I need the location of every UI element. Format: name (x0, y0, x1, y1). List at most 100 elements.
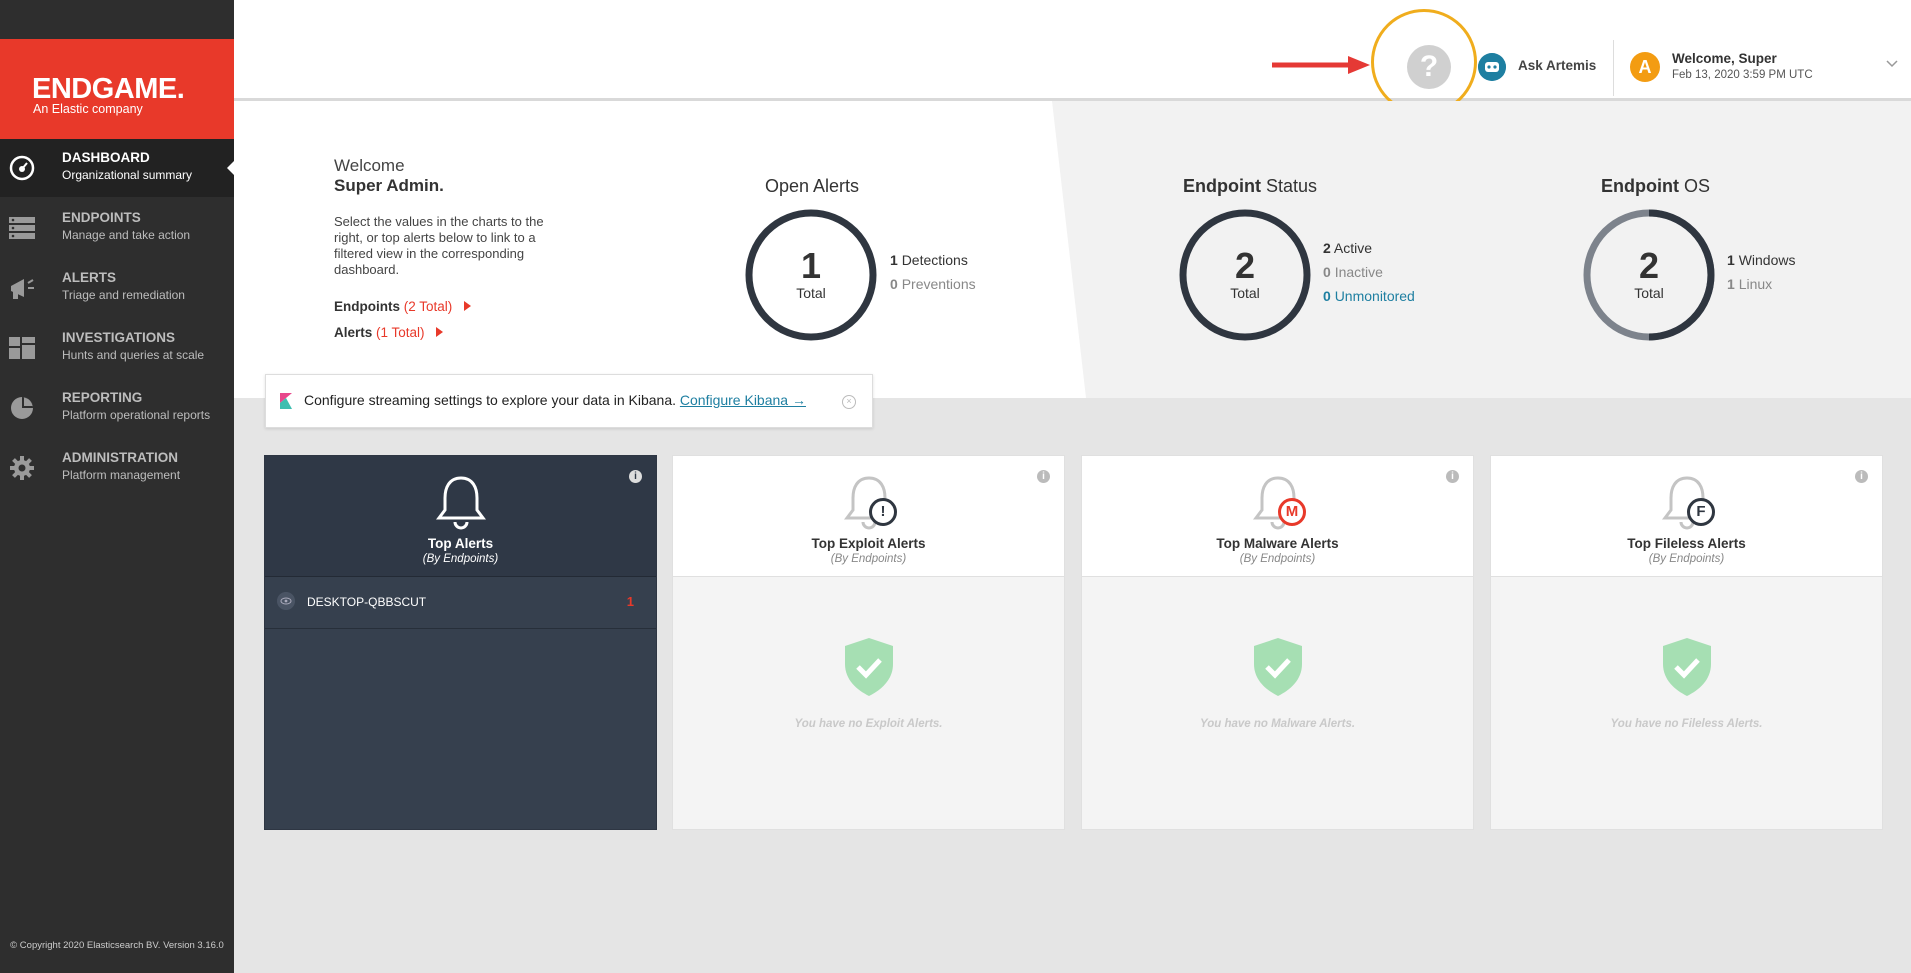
copyright-text: © Copyright 2020 Elasticsearch BV. Versi… (10, 940, 224, 951)
linux-label: Linux (1738, 276, 1773, 292)
top-header (234, 0, 1911, 101)
inactive-label: Inactive (1334, 264, 1383, 280)
help-button[interactable]: ? (1407, 45, 1451, 89)
brand-tagline: An Elastic company (33, 102, 143, 116)
welcome-greeting: Welcome (334, 156, 405, 175)
open-alerts-total-label: Total (796, 285, 826, 301)
configure-kibana-link[interactable]: Configure Kibana → (680, 392, 806, 408)
sidebar-item-subtitle: Platform operational reports (62, 408, 211, 422)
sidebar-item-endpoints[interactable]: ENDPOINTS Manage and take action (0, 199, 234, 257)
play-arrow-icon (436, 327, 444, 337)
linux-legend[interactable]: 1 Linux (1727, 276, 1772, 292)
preventions-legend[interactable]: 0 Preventions (890, 276, 976, 292)
info-icon[interactable]: i (629, 470, 642, 483)
card-title: Top Exploit Alerts (811, 536, 926, 551)
card-header: ! i Top Exploit Alerts (By Endpoints) (673, 456, 1064, 577)
server-stack-icon (9, 217, 35, 239)
card-header: F i Top Fileless Alerts (By Endpoints) (1491, 456, 1882, 577)
exploit-badge-icon: ! (869, 498, 897, 526)
bell-icon (436, 476, 486, 530)
sidebar: ENDGAME. An Elastic company DASHBOARD Or… (0, 0, 234, 973)
top-alerts-card: i Top Alerts (By Endpoints) DESKTOP-QBBS… (264, 455, 657, 830)
endpoint-status-title-rest: Status (1266, 176, 1318, 196)
endpoint-status-title-bold: Endpoint (1183, 176, 1261, 196)
card-title: Top Fileless Alerts (1627, 536, 1746, 551)
shield-check-icon (1663, 638, 1711, 696)
windows-legend[interactable]: 1 Windows (1727, 252, 1795, 268)
card-header: i Top Alerts (By Endpoints) (265, 456, 656, 577)
info-icon[interactable]: i (1855, 470, 1868, 483)
empty-state-message: You have no Malware Alerts. (1199, 718, 1356, 730)
eye-icon[interactable] (277, 592, 295, 610)
play-arrow-icon (464, 301, 472, 311)
alert-count[interactable]: 1 (627, 594, 634, 609)
user-welcome-date: Feb 13, 2020 3:59 PM UTC (1672, 69, 1813, 81)
unmonitored-legend[interactable]: 0 Unmonitored (1323, 288, 1415, 304)
endpoint-os-total-label: Total (1634, 285, 1664, 301)
sidebar-item-reporting[interactable]: REPORTING Platform operational reports (0, 379, 234, 437)
gear-icon (10, 456, 34, 480)
open-alerts-total: 1 (800, 245, 822, 286)
close-icon[interactable]: × (842, 395, 856, 409)
blocks-icon (9, 337, 35, 359)
top-fileless-alerts-card: F i Top Fileless Alerts (By Endpoints) Y… (1490, 455, 1883, 830)
welcome-description: Select the values in the charts to the r… (334, 214, 544, 277)
unmonitored-label: Unmonitored (1334, 288, 1415, 304)
megaphone-icon (11, 279, 34, 299)
unmonitored-count: 0 (1323, 288, 1331, 304)
endpoint-os-title-bold: Endpoint (1601, 176, 1679, 196)
endpoint-os-total: 2 (1638, 245, 1660, 286)
kibana-logo-icon (280, 393, 292, 409)
top-malware-alerts-card: M i Top Malware Alerts (By Endpoints) Yo… (1081, 455, 1474, 830)
user-welcome-name[interactable]: Welcome, Super (1672, 51, 1777, 66)
avatar[interactable]: A (1630, 52, 1660, 82)
kibana-banner-text: Configure streaming settings to explore … (304, 392, 806, 408)
sidebar-item-subtitle: Platform management (62, 468, 181, 482)
endpoint-hostname[interactable]: DESKTOP-QBBSCUT (307, 595, 426, 609)
sidebar-item-dashboard[interactable]: DASHBOARD Organizational summary (0, 139, 234, 197)
table-row[interactable]: DESKTOP-QBBSCUT 1 (265, 576, 656, 629)
card-title: Top Alerts (427, 536, 494, 551)
alerts-total-link[interactable]: Alerts (1 Total) (334, 325, 444, 340)
dashboard-gauge-icon (9, 155, 35, 181)
kibana-banner: Configure streaming settings to explore … (265, 374, 873, 428)
shield-check-icon (1254, 638, 1302, 696)
sidebar-item-title: ADMINISTRATION (62, 450, 178, 465)
sidebar-item-title: ALERTS (62, 270, 116, 285)
endpoint-os-title: Endpoint OS (1601, 176, 1710, 197)
empty-state-message: You have no Fileless Alerts. (1610, 718, 1763, 730)
brand-logo[interactable]: ENDGAME. An Elastic company (0, 39, 234, 139)
detections-legend[interactable]: 1 Detections (890, 252, 968, 268)
fileless-badge-icon: F (1687, 498, 1715, 526)
sidebar-item-alerts[interactable]: ALERTS Triage and remediation (0, 259, 234, 317)
annotation-arrow-icon (1272, 56, 1370, 74)
sidebar-item-investigations[interactable]: INVESTIGATIONS Hunts and queries at scal… (0, 319, 234, 377)
active-legend[interactable]: 2 Active (1323, 240, 1372, 256)
inactive-legend[interactable]: 0 Inactive (1323, 264, 1383, 280)
card-title: Top Malware Alerts (1216, 536, 1339, 551)
ask-artemis-link[interactable]: Ask Artemis (1518, 58, 1596, 73)
chevron-down-icon[interactable] (1886, 60, 1898, 68)
open-alerts-title: Open Alerts (765, 176, 860, 196)
card-subtitle: (By Endpoints) (1648, 553, 1725, 565)
info-icon[interactable]: i (1446, 470, 1459, 483)
sidebar-item-title: INVESTIGATIONS (62, 330, 176, 345)
windows-count: 1 (1727, 252, 1735, 268)
detections-label: Detections (901, 252, 968, 268)
sidebar-item-title: DASHBOARD (62, 150, 150, 165)
pie-chart-icon (11, 397, 33, 419)
alerts-link-label: Alerts (334, 325, 373, 340)
sidebar-item-title: REPORTING (62, 390, 143, 405)
endpoint-status-total: 2 (1234, 245, 1256, 286)
endpoints-total-link[interactable]: Endpoints (2 Total) (334, 299, 472, 314)
header-divider (1613, 40, 1614, 96)
preventions-label: Preventions (901, 276, 976, 292)
active-caret (227, 161, 234, 175)
sidebar-item-administration[interactable]: ADMINISTRATION Platform management (0, 439, 234, 497)
linux-count: 1 (1727, 276, 1735, 292)
artemis-bot-icon[interactable] (1478, 53, 1506, 81)
sidebar-item-subtitle: Organizational summary (62, 168, 193, 182)
endpoints-link-count: (2 Total) (403, 299, 453, 314)
kibana-banner-message: Configure streaming settings to explore … (304, 392, 676, 408)
info-icon[interactable]: i (1037, 470, 1050, 483)
